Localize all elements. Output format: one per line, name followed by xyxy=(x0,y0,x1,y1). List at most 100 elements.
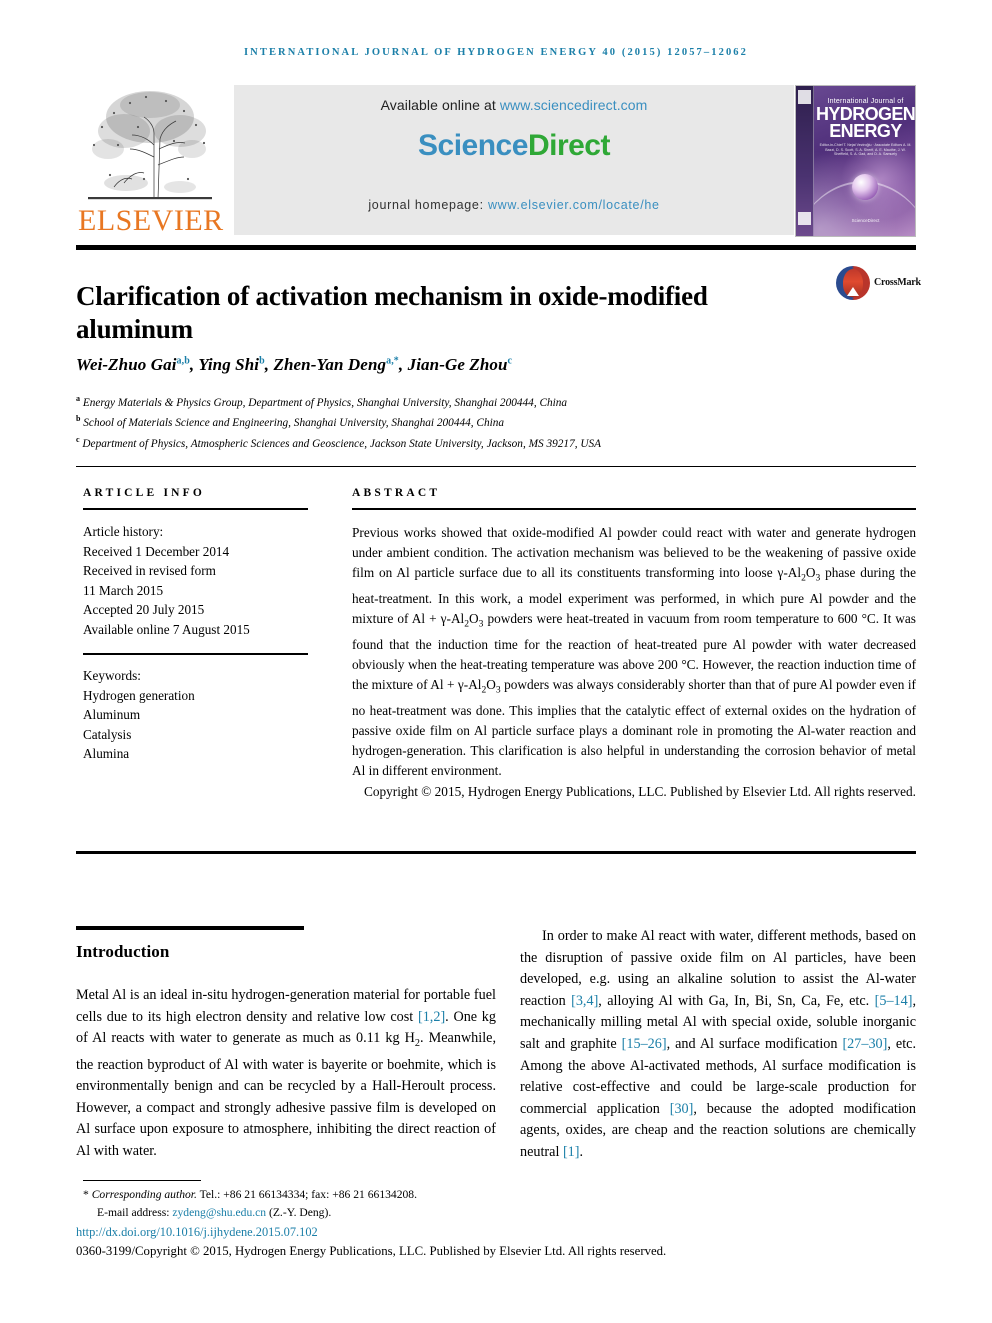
abstract-text-seg: powders was always considerably shorter … xyxy=(352,676,916,778)
citation-ref[interactable]: [3,4] xyxy=(571,993,598,1009)
footnote-divider xyxy=(83,1180,201,1181)
available-online-prefix: Available online at xyxy=(380,97,500,113)
running-head: International Journal of Hydrogen Energy… xyxy=(243,47,749,58)
journal-cover-thumbnail[interactable]: International Journal of HYDROGEN ENERGY… xyxy=(795,85,916,237)
article-history-label: Article history: xyxy=(83,524,164,539)
elsevier-tree-icon xyxy=(84,87,216,205)
author-affiliation-marker: a,b xyxy=(176,355,190,367)
cover-title-energy: ENERGY xyxy=(829,121,902,141)
affiliation-text: School of Materials Science and Engineer… xyxy=(83,417,505,430)
intro-text-seg: . Meanwhile, the reaction byproduct of A… xyxy=(76,1030,497,1159)
article-info-heading-rule xyxy=(83,508,308,510)
intro-column-right: In order to make Al react with water, di… xyxy=(520,926,916,1178)
cover-ihe-icon xyxy=(798,212,811,225)
keywords-label: Keywords: xyxy=(83,668,141,683)
keywords-divider xyxy=(83,653,308,655)
issn-copyright-line: 0360-3199/Copyright © 2015, Hydrogen Ene… xyxy=(76,1244,667,1258)
citation-ref[interactable]: [5–14] xyxy=(875,993,913,1009)
journal-homepage-prefix: journal homepage: xyxy=(368,198,488,212)
article-page: International Journal of Hydrogen Energy… xyxy=(0,0,992,1323)
intro-text-seg: , and Al surface modification xyxy=(666,1035,843,1052)
available-online-line: Available online at www.sciencedirect.co… xyxy=(234,97,794,113)
intro-text-seg: , alloying Al with Ga, In, Bi, Sn, Ca, F… xyxy=(598,992,875,1009)
crossmark-label: CrossMark xyxy=(874,277,921,288)
affiliation-item: c Department of Physics, Atmospheric Sci… xyxy=(76,432,916,452)
abstract-section-bottom-divider xyxy=(76,851,916,854)
author-name: Jian-Ge Zhou xyxy=(407,355,508,374)
crossmark-badge[interactable]: CrossMark xyxy=(836,266,921,306)
cover-editors: Editor-in-Chief T. Nejat Veziroğlu · Ass… xyxy=(819,143,912,157)
intro-text-seg: . xyxy=(579,1143,584,1160)
affiliation-marker: a xyxy=(76,394,80,403)
affiliation-marker: c xyxy=(76,434,80,444)
keyword-item: Catalysis xyxy=(83,726,132,742)
article-history-item: Received in revised form xyxy=(83,563,216,578)
affiliation-text: Department of Physics, Atmospheric Scien… xyxy=(82,437,602,450)
author-affiliation-marker: b xyxy=(259,355,265,367)
cover-elsevier-icon xyxy=(798,90,811,104)
abstract-section-top-divider xyxy=(76,466,916,467)
article-history-block: Article history: Received 1 December 201… xyxy=(83,522,308,639)
keyword-item: Aluminum xyxy=(83,707,141,722)
article-info-heading: ARTICLE INFO xyxy=(83,487,206,499)
masthead-divider xyxy=(76,245,916,250)
sciencedirect-logo[interactable]: ScienceDirect xyxy=(234,129,794,163)
keywords-block: Keywords: Hydrogen generation Aluminum C… xyxy=(83,666,308,764)
keyword-item: Alumina xyxy=(83,746,130,761)
article-info-panel: ARTICLE INFO Article history: Received 1… xyxy=(83,487,308,764)
abstract-text-seg: O xyxy=(469,611,479,627)
journal-homepage-link[interactable]: www.elsevier.com/locate/he xyxy=(488,198,660,212)
author-affiliation-marker: a,* xyxy=(386,355,399,367)
email-suffix: (Z.-Y. Deng). xyxy=(266,1205,332,1219)
introduction-heading: Introduction xyxy=(76,942,170,961)
sciencedirect-banner: Available online at www.sciencedirect.co… xyxy=(234,85,794,235)
abstract-heading: ABSTRACT xyxy=(352,487,441,499)
author-name: Wei-Zhuo Gai xyxy=(76,355,177,374)
citation-ref[interactable]: [1] xyxy=(563,1144,580,1160)
journal-masthead: ELSEVIER Available online at www.science… xyxy=(76,85,916,238)
corresponding-author-contact: Tel.: +86 21 66134334; fax: +86 21 66134… xyxy=(196,1188,418,1201)
keyword-item: Hydrogen generation xyxy=(83,687,195,703)
cover-sciencedirect-label: ScienceDirect xyxy=(851,218,880,223)
crossmark-icon xyxy=(836,266,870,300)
abstract-text: Previous works showed that oxide-modifie… xyxy=(352,523,916,781)
introduction-rule xyxy=(76,926,304,930)
crossmark-icon-notch xyxy=(847,287,859,296)
sciencedirect-link[interactable]: www.sciencedirect.com xyxy=(500,97,648,113)
sciencedirect-logo-science: Science xyxy=(418,129,528,162)
abstract-heading-rule xyxy=(352,508,916,510)
corresponding-author-label: Corresponding author. xyxy=(91,1188,197,1201)
email-label: E-mail address: xyxy=(97,1205,173,1219)
doi-link[interactable]: http://dx.doi.org/10.1016/j.ijhydene.201… xyxy=(76,1225,318,1240)
citation-ref[interactable]: [15–26] xyxy=(622,1036,667,1052)
introduction-paragraph-left: Metal Al is an ideal in-situ hydrogen-ge… xyxy=(76,985,496,1163)
intro-column-left: Introduction Metal Al is an ideal in-sit… xyxy=(76,926,496,1177)
author-affiliation-marker: c xyxy=(507,355,513,367)
abstract-copyright: Copyright © 2015, Hydrogen Energy Public… xyxy=(363,784,916,800)
affiliation-text: Energy Materials & Physics Group, Depart… xyxy=(82,396,568,409)
affiliation-item: a Energy Materials & Physics Group, Depa… xyxy=(76,391,916,411)
citation-ref[interactable]: [30] xyxy=(670,1101,694,1117)
article-history-item: 11 March 2015 xyxy=(83,582,164,598)
author-list: Wei-Zhuo Gaia,b, Ying Shib, Zhen-Yan Den… xyxy=(76,355,513,374)
affiliation-marker: b xyxy=(76,414,81,424)
email-link[interactable]: zydeng@shu.edu.cn xyxy=(172,1206,266,1219)
abstract-panel: ABSTRACT Previous works showed that oxid… xyxy=(352,487,916,802)
author-name: Zhen-Yan Deng xyxy=(273,355,387,374)
email-note: E-mail address: zydeng@shu.edu.cn (Z.-Y.… xyxy=(83,1204,883,1222)
sciencedirect-logo-direct: Direct xyxy=(527,129,611,162)
introduction-paragraph-right: In order to make Al react with water, di… xyxy=(520,926,916,1164)
journal-homepage-line: journal homepage: www.elsevier.com/locat… xyxy=(234,198,794,212)
affiliation-list: a Energy Materials & Physics Group, Depa… xyxy=(76,391,916,452)
citation-ref[interactable]: [27–30] xyxy=(842,1036,887,1052)
affiliation-item: b School of Materials Science and Engine… xyxy=(76,411,916,431)
citation-ref[interactable]: [1,2] xyxy=(418,1009,445,1025)
author-name: Ying Shi xyxy=(198,355,260,374)
page-title: Clarification of activation mechanism in… xyxy=(76,281,708,345)
abstract-text-seg: O xyxy=(486,676,496,692)
article-history-item: Accepted 20 July 2015 xyxy=(83,602,205,617)
article-history-item: Available online 7 August 2015 xyxy=(83,621,250,637)
cover-orb-icon xyxy=(852,174,878,200)
article-history-item: Received 1 December 2014 xyxy=(83,543,230,559)
elsevier-wordmark: ELSEVIER xyxy=(78,204,224,237)
